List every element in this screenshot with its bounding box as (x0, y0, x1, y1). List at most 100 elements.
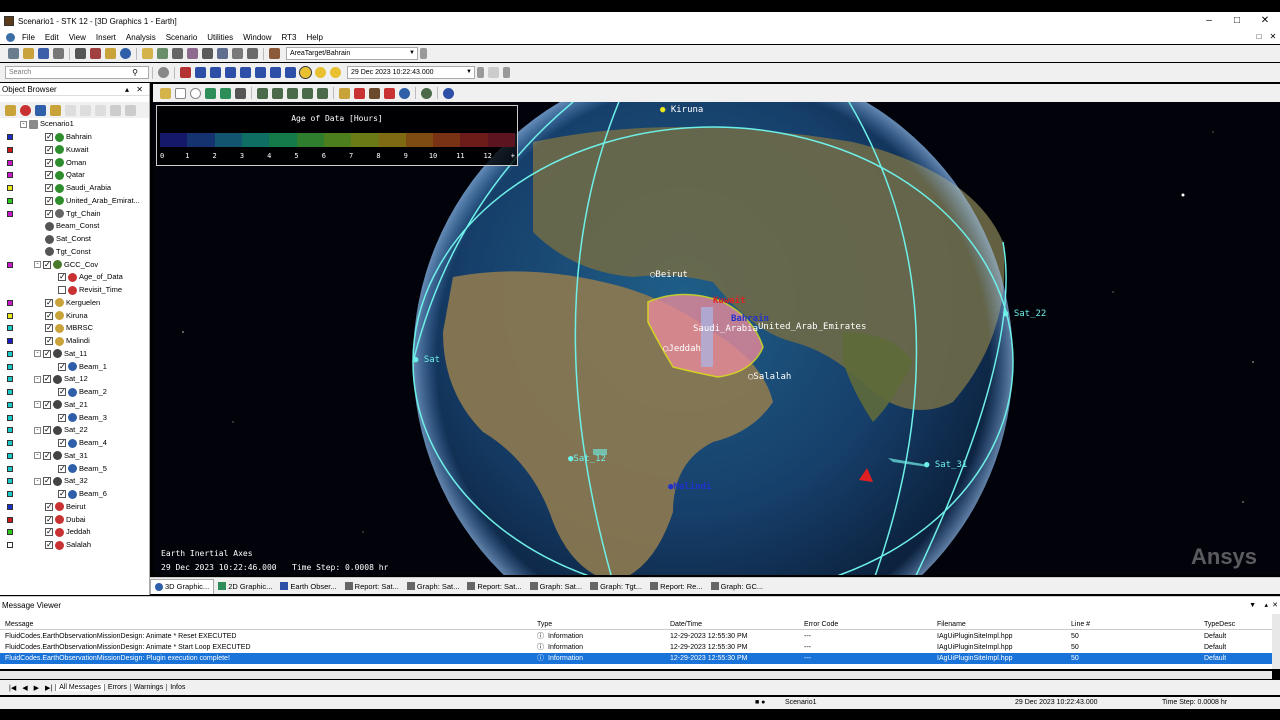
visibility-checkbox[interactable] (58, 463, 66, 475)
chain-tool-icon[interactable] (187, 48, 198, 59)
coverage-tool-icon[interactable] (202, 48, 213, 59)
measure-icon[interactable] (317, 87, 328, 99)
message-row[interactable]: FluidCodes.EarthObservationMissionDesign… (0, 653, 1272, 664)
message-row[interactable]: FluidCodes.EarthObservationMissionDesign… (0, 631, 1272, 642)
visibility-checkbox[interactable] (58, 386, 66, 398)
tab-window-8[interactable]: Graph: Tgt... (586, 579, 646, 594)
message-filter-tab[interactable]: All Messages (55, 684, 104, 691)
column-header[interactable]: Date/Time (670, 619, 702, 630)
tree-item-sat-12[interactable]: - Sat_12 (34, 373, 88, 385)
xreal-clock-icon[interactable] (315, 67, 326, 78)
tab-window-9[interactable]: Report: Re... (646, 579, 707, 594)
target-tool-icon[interactable] (269, 48, 280, 59)
tree-item-kuwait[interactable]: Kuwait (45, 144, 89, 156)
tree-item-bahrain[interactable]: Bahrain (45, 131, 92, 143)
step-forward-icon[interactable] (255, 67, 266, 78)
orientation-icon[interactable] (257, 87, 268, 99)
object-selector-combo[interactable]: AreaTarget/Bahrain ▼ (286, 47, 418, 60)
menu-rt3[interactable]: RT3 (277, 33, 302, 42)
visibility-checkbox[interactable] (43, 399, 51, 411)
print-icon[interactable] (53, 48, 64, 59)
column-header[interactable]: Error Code (804, 619, 838, 630)
report-icon[interactable] (142, 48, 153, 59)
message-filter-tab[interactable]: Warnings (129, 684, 166, 691)
menu-window[interactable]: Window (238, 33, 276, 42)
visibility-checkbox[interactable] (43, 259, 51, 271)
collapse-icon[interactable]: - (34, 350, 41, 358)
tree-item-salalah[interactable]: Salalah (45, 539, 91, 551)
tree-item-saudi-arabia[interactable]: Saudi_Arabia (45, 182, 111, 194)
tab-window-7[interactable]: Graph: Sat... (526, 579, 587, 594)
tree-item-sat-22[interactable]: - Sat_22 (34, 424, 88, 436)
visibility-checkbox[interactable] (45, 526, 53, 538)
annotate-icon[interactable] (354, 87, 365, 99)
menu-file[interactable]: File (17, 33, 40, 42)
help-icon[interactable] (443, 87, 454, 99)
visibility-checkbox[interactable] (58, 412, 66, 424)
globe-manager-icon[interactable] (421, 87, 432, 99)
rename-icon[interactable] (125, 104, 136, 116)
orbit-system-icon[interactable] (287, 87, 298, 99)
visibility-checkbox[interactable] (58, 488, 66, 500)
timeline-icon[interactable] (232, 48, 243, 59)
tab-window-4[interactable]: Report: Sat... (341, 579, 403, 594)
copy-icon[interactable] (80, 104, 91, 116)
visibility-checkbox[interactable] (45, 131, 53, 143)
folder-icon[interactable] (5, 104, 16, 116)
tree-item-beam-3[interactable]: Beam_3 (58, 412, 107, 424)
decrease-step-icon[interactable] (270, 67, 281, 78)
nav-last-icon[interactable]: ▶| (42, 684, 55, 692)
message-scrollbar[interactable] (1272, 614, 1280, 669)
column-header[interactable]: Message (5, 619, 33, 630)
pause-icon[interactable] (225, 67, 236, 78)
tree-item-beirut[interactable]: Beirut (45, 501, 86, 513)
visibility-checkbox[interactable] (45, 169, 53, 181)
panel-close-icon[interactable]: ✕ (1272, 597, 1278, 615)
open-icon[interactable] (23, 48, 34, 59)
north-up-icon[interactable] (272, 87, 283, 99)
properties-icon[interactable] (247, 48, 258, 59)
delete-icon[interactable] (110, 104, 121, 116)
tree-item-tgt-const[interactable]: Tgt_Const (45, 246, 91, 258)
insert-object-icon[interactable] (75, 48, 86, 59)
visibility-checkbox[interactable] (43, 373, 51, 385)
units-icon[interactable] (488, 67, 499, 78)
toolbar-overflow-icon[interactable] (420, 48, 427, 59)
pan-hand-icon[interactable] (175, 87, 186, 99)
visibility-checkbox[interactable] (45, 157, 53, 169)
realtime-clock-icon[interactable] (299, 66, 312, 79)
tree-item-beam-2[interactable]: Beam_2 (58, 386, 107, 398)
visibility-checkbox[interactable] (45, 310, 53, 322)
tree-item-tgt-chain[interactable]: Tgt_Chain (45, 208, 101, 220)
tree-item-beam-const[interactable]: Beam_Const (45, 220, 99, 232)
tab-window-3[interactable]: Earth Obser... (276, 579, 340, 594)
access-icon[interactable] (172, 48, 183, 59)
tree-root-scenario[interactable]: - Scenario1 (20, 118, 74, 130)
play-forward-icon[interactable] (240, 67, 251, 78)
visibility-checkbox[interactable] (45, 501, 53, 513)
menu-utilities[interactable]: Utilities (202, 33, 238, 42)
tree-item-malindi[interactable]: Malindi (45, 335, 90, 347)
visibility-checkbox[interactable] (45, 514, 53, 526)
tab-window-5[interactable]: Graph: Sat... (403, 579, 464, 594)
collapse-icon[interactable]: - (20, 120, 27, 128)
pin-icon[interactable]: ▴ (125, 83, 129, 96)
tab-window-10[interactable]: Graph: GC... (707, 579, 768, 594)
column-header[interactable]: Filename (937, 619, 966, 630)
place-icon[interactable] (105, 48, 116, 59)
highlight-icon[interactable] (384, 87, 395, 99)
collapse-icon[interactable]: - (34, 261, 41, 269)
menu-edit[interactable]: Edit (40, 33, 64, 42)
graph-icon[interactable] (157, 48, 168, 59)
tree-item-beam-4[interactable]: Beam_4 (58, 437, 107, 449)
column-header[interactable]: Type (537, 619, 552, 630)
globe-icon[interactable] (20, 104, 31, 116)
nav-first-icon[interactable]: |◀ (6, 684, 19, 692)
collapse-icon[interactable]: - (34, 477, 41, 485)
globe-view-icon[interactable] (120, 48, 131, 59)
collapse-icon[interactable]: - (34, 401, 41, 409)
visibility-checkbox[interactable] (45, 335, 53, 347)
view-properties-icon[interactable] (160, 87, 171, 99)
visibility-checkbox[interactable] (45, 144, 53, 156)
3d-globe-viewport[interactable]: Age of Data [Hours] 0 1 2 3 4 5 6 7 8 9 10 11 12 + ● … (153, 102, 1280, 575)
